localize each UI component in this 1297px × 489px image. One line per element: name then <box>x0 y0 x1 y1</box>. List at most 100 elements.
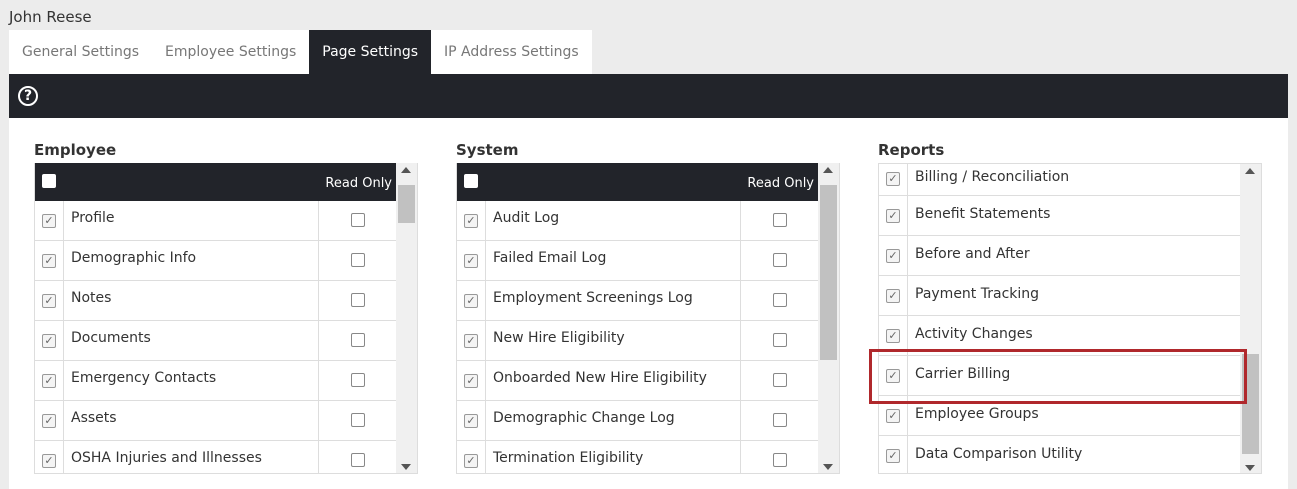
reports-item-label: Before and After <box>915 246 1030 262</box>
enabled-checkbox[interactable]: ✓ <box>464 374 478 388</box>
scroll-up-arrow-icon[interactable] <box>1245 168 1255 174</box>
enabled-checkbox[interactable]: ✓ <box>886 249 900 263</box>
checkmark-icon: ✓ <box>466 414 476 427</box>
read-only-cell <box>318 281 398 320</box>
tab-page-settings[interactable]: Page Settings <box>309 30 432 74</box>
scroll-up-arrow-icon[interactable] <box>401 167 411 173</box>
read-only-checkbox[interactable] <box>773 373 787 387</box>
reports-row: ✓ Payment Tracking <box>879 276 1242 316</box>
enabled-checkbox[interactable]: ✓ <box>464 414 478 428</box>
checkmark-icon: ✓ <box>44 254 54 267</box>
read-only-checkbox[interactable] <box>773 213 787 227</box>
read-only-cell <box>318 441 398 473</box>
checkmark-icon: ✓ <box>44 454 54 467</box>
checkbox-cell: ✓ <box>457 281 486 320</box>
enabled-checkbox[interactable]: ✓ <box>886 449 900 463</box>
reports-scrollbar[interactable] <box>1240 164 1261 473</box>
help-icon[interactable]: ? <box>18 86 38 106</box>
employee-section-title: Employee <box>34 141 117 159</box>
system-section-title: System <box>456 141 519 159</box>
scroll-down-arrow-icon[interactable] <box>401 464 411 470</box>
checkbox-cell: ✓ <box>457 201 486 240</box>
read-only-checkbox[interactable] <box>773 293 787 307</box>
checkmark-icon: ✓ <box>888 172 898 185</box>
read-only-checkbox[interactable] <box>351 293 365 307</box>
checkbox-cell: ✓ <box>35 321 64 360</box>
employee-item-label: Demographic Info <box>71 250 197 266</box>
read-only-checkbox[interactable] <box>351 333 365 347</box>
enabled-checkbox[interactable]: ✓ <box>42 294 56 308</box>
employee-section: Employee Read Only ✓ Profile ✓ Demographic … <box>34 140 418 474</box>
reports-item-label: Benefit Statements <box>915 206 1051 222</box>
employee-row: ✓ Notes <box>35 281 398 321</box>
system-section: System Read Only ✓ Audit Log ✓ Failed Email… <box>456 140 840 474</box>
checkbox-cell: ✓ <box>35 281 64 320</box>
checkmark-icon: ✓ <box>466 454 476 467</box>
enabled-checkbox[interactable]: ✓ <box>886 209 900 223</box>
system-panel: Read Only ✓ Audit Log ✓ Failed Email Log ✓ Em… <box>456 163 840 474</box>
read-only-checkbox[interactable] <box>351 373 365 387</box>
system-scrollbar[interactable] <box>818 163 839 473</box>
read-only-cell <box>318 401 398 440</box>
checkmark-icon: ✓ <box>44 334 54 347</box>
enabled-checkbox[interactable]: ✓ <box>42 374 56 388</box>
read-only-cell <box>740 241 820 280</box>
tab-general-settings[interactable]: General Settings <box>9 30 153 74</box>
read-only-checkbox[interactable] <box>351 213 365 227</box>
reports-row: ✓ Before and After <box>879 236 1242 276</box>
read-only-checkbox[interactable] <box>773 253 787 267</box>
read-only-checkbox[interactable] <box>773 413 787 427</box>
checkmark-icon: ✓ <box>466 254 476 267</box>
reports-item-label: Activity Changes <box>915 326 1033 342</box>
system-item-label: Termination Eligibility <box>493 450 644 466</box>
checkbox-cell: ✓ <box>879 196 908 235</box>
checkbox-cell: ✓ <box>457 241 486 280</box>
settings-tabs: General Settings Employee Settings Page … <box>9 30 592 74</box>
reports-row: ✓ Benefit Statements <box>879 196 1242 236</box>
enabled-checkbox[interactable]: ✓ <box>42 454 56 468</box>
system-list: ✓ Audit Log ✓ Failed Email Log ✓ Employment S… <box>457 201 820 473</box>
scrollbar-thumb[interactable] <box>820 185 837 360</box>
read-only-checkbox[interactable] <box>773 453 787 467</box>
employee-scrollbar[interactable] <box>396 163 417 473</box>
enabled-checkbox[interactable]: ✓ <box>42 214 56 228</box>
scroll-down-arrow-icon[interactable] <box>823 464 833 470</box>
scroll-down-arrow-icon[interactable] <box>1245 465 1255 471</box>
checkbox-cell: ✓ <box>35 361 64 400</box>
tab-employee-settings[interactable]: Employee Settings <box>152 30 310 74</box>
checkmark-icon: ✓ <box>888 449 898 462</box>
toolbar: ? <box>9 74 1288 118</box>
system-select-all-checkbox[interactable] <box>464 174 478 188</box>
checkbox-cell: ✓ <box>879 436 908 473</box>
read-only-checkbox[interactable] <box>351 413 365 427</box>
employee-panel: Read Only ✓ Profile ✓ Demographic Info ✓ Note… <box>34 163 418 474</box>
checkbox-cell: ✓ <box>457 441 486 473</box>
enabled-checkbox[interactable]: ✓ <box>886 172 900 186</box>
read-only-checkbox[interactable] <box>351 453 365 467</box>
enabled-checkbox[interactable]: ✓ <box>464 334 478 348</box>
employee-item-label: Notes <box>71 290 112 306</box>
scroll-up-arrow-icon[interactable] <box>823 167 833 173</box>
tab-ip-address-settings[interactable]: IP Address Settings <box>431 30 592 74</box>
enabled-checkbox[interactable]: ✓ <box>886 329 900 343</box>
read-only-checkbox[interactable] <box>773 333 787 347</box>
checkbox-cell: ✓ <box>879 236 908 275</box>
enabled-checkbox[interactable]: ✓ <box>464 254 478 268</box>
employee-read-only-header: Read Only <box>325 176 392 191</box>
enabled-checkbox[interactable]: ✓ <box>886 289 900 303</box>
enabled-checkbox[interactable]: ✓ <box>464 294 478 308</box>
system-row: ✓ Audit Log <box>457 201 820 241</box>
system-item-label: Employment Screenings Log <box>493 290 693 306</box>
employee-select-all-checkbox[interactable] <box>42 174 56 188</box>
read-only-checkbox[interactable] <box>351 253 365 267</box>
enabled-checkbox[interactable]: ✓ <box>42 334 56 348</box>
enabled-checkbox[interactable]: ✓ <box>42 254 56 268</box>
enabled-checkbox[interactable]: ✓ <box>42 414 56 428</box>
enabled-checkbox[interactable]: ✓ <box>464 214 478 228</box>
reports-section: Reports ✓ Billing / Reconciliation ✓ Benefi… <box>878 140 1262 474</box>
reports-section-title: Reports <box>878 141 945 159</box>
enabled-checkbox[interactable]: ✓ <box>464 454 478 468</box>
employee-row: ✓ Emergency Contacts <box>35 361 398 401</box>
enabled-checkbox[interactable]: ✓ <box>886 409 900 423</box>
scrollbar-thumb[interactable] <box>398 185 415 223</box>
